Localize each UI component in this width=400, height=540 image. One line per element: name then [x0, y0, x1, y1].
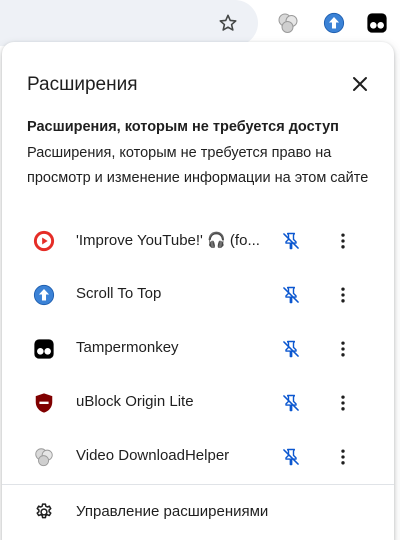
improve-youtube-icon: [33, 230, 55, 252]
manage-extensions-button[interactable]: Управление расширениями: [2, 488, 394, 536]
pin-button[interactable]: [275, 333, 307, 365]
video-downloadhelper-icon: [33, 446, 55, 468]
section-description: Расширения, которым не требуется право н…: [27, 145, 369, 186]
bookmark-star-icon[interactable]: [212, 7, 244, 39]
extension-name: 'Improve YouTube!' 🎧 (fo...: [76, 232, 260, 249]
more-vert-icon: [341, 233, 345, 249]
more-options-button[interactable]: [327, 387, 359, 419]
more-options-button[interactable]: [327, 225, 359, 257]
extension-row-improve-youtube[interactable]: 'Improve YouTube!' 🎧 (fo...: [2, 214, 394, 268]
more-vert-icon: [341, 449, 345, 465]
more-options-button[interactable]: [327, 279, 359, 311]
extension-row-ublock-origin-lite[interactable]: uBlock Origin Lite: [2, 376, 394, 430]
pin-button[interactable]: [275, 225, 307, 257]
more-options-button[interactable]: [327, 441, 359, 473]
more-vert-icon: [341, 287, 345, 303]
extension-name: Scroll To Top: [76, 285, 162, 302]
extension-list: 'Improve YouTube!' 🎧 (fo... Scroll To To…: [2, 214, 394, 484]
more-vert-icon: [341, 395, 345, 411]
pin-off-icon: [283, 232, 299, 250]
extension-row-tampermonkey[interactable]: Tampermonkey: [2, 322, 394, 376]
extension-row-scroll-to-top[interactable]: Scroll To Top: [2, 268, 394, 322]
pin-off-icon: [283, 448, 299, 466]
manage-extensions-label: Управление расширениями: [76, 503, 269, 520]
pin-button[interactable]: [275, 279, 307, 311]
video-downloadhelper-icon[interactable]: [272, 7, 304, 39]
close-icon: [353, 77, 367, 91]
section-heading: Расширения, которым не требуется доступ: [27, 119, 339, 135]
close-button[interactable]: [346, 70, 374, 98]
more-options-button[interactable]: [327, 333, 359, 365]
more-vert-icon: [341, 341, 345, 357]
extensions-popup: Расширения Расширения, которым не требуе…: [2, 42, 394, 540]
gear-icon: [33, 501, 55, 523]
divider: [2, 484, 394, 485]
extension-name: uBlock Origin Lite: [76, 393, 194, 410]
tampermonkey-icon[interactable]: [361, 7, 393, 39]
extension-name: Video DownloadHelper: [76, 447, 230, 464]
tampermonkey-icon: [33, 338, 55, 360]
pin-off-icon: [283, 394, 299, 412]
popup-title: Расширения: [27, 74, 138, 95]
pin-off-icon: [283, 286, 299, 304]
pin-button[interactable]: [275, 387, 307, 419]
scroll-to-top-icon[interactable]: [318, 7, 350, 39]
ublock-origin-lite-icon: [33, 392, 55, 414]
pin-off-icon: [283, 340, 299, 358]
extension-name: Tampermonkey: [76, 339, 179, 356]
browser-toolbar: [0, 0, 400, 46]
scroll-to-top-icon: [33, 284, 55, 306]
pin-button[interactable]: [275, 441, 307, 473]
extension-row-video-downloadhelper[interactable]: Video DownloadHelper: [2, 430, 394, 484]
